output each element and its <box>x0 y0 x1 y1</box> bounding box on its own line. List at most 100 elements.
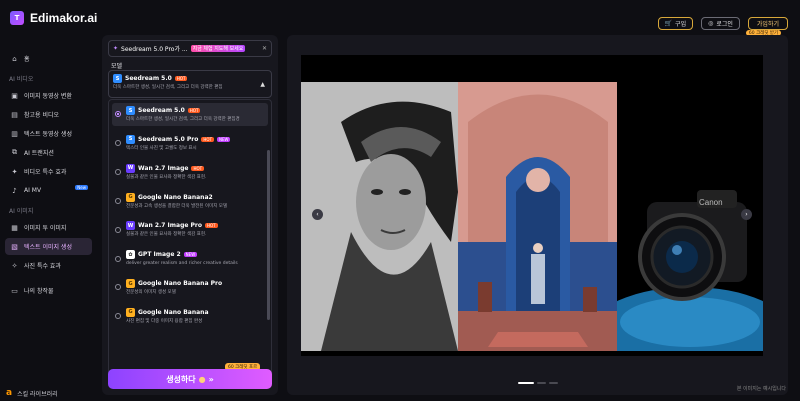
hot-badge: HOT <box>205 223 218 229</box>
radio-button[interactable] <box>115 169 121 176</box>
carousel-dot[interactable] <box>537 382 546 384</box>
sidebar-item-my-works[interactable]: ▭ 나의 창작물 <box>5 282 92 299</box>
radio-button[interactable] <box>115 111 121 118</box>
openai-icon: ✿ <box>126 250 135 260</box>
banana-icon: G <box>126 279 135 289</box>
close-icon[interactable]: ✕ <box>262 45 267 52</box>
generate-button[interactable]: 생성하다 ● » <box>108 369 272 389</box>
radio-button[interactable] <box>115 226 121 233</box>
radio-button[interactable] <box>115 255 121 262</box>
hot-badge: HOT <box>191 165 205 171</box>
new-badge: NEW <box>216 136 231 142</box>
model-option-name: Google Nano Banana <box>138 308 209 316</box>
sidebar-item-label: 이미지 투 이미지 <box>24 225 67 232</box>
scrollbar-thumb[interactable] <box>267 150 270 320</box>
text-image-icon: ▧ <box>11 242 18 251</box>
image-video-icon: ▣ <box>11 91 18 100</box>
sidebar-item-image-to-video[interactable]: ▣ 이미지 동영상 변환 <box>5 87 92 104</box>
model-label: 모델 <box>111 63 123 70</box>
model-option[interactable]: G Google Nano Banana2 전문성과 고속 생성을 결합한 더욱… <box>112 190 268 213</box>
radio-button[interactable] <box>115 284 121 291</box>
prev-arrow-button[interactable]: ‹ <box>312 209 323 220</box>
model-select[interactable]: S Seedream 5.0 HOT 더욱 스마트한 생성, 일시간 검색, 그… <box>108 70 272 98</box>
sidebar-item-reference-video[interactable]: ▤ 참고용 비디오 <box>5 106 92 123</box>
new-badge: NEW <box>183 252 198 258</box>
sample-image-hallway <box>458 82 617 351</box>
sidebar-item-image-to-image[interactable]: ▦ 이미지 투 이미지 <box>5 219 92 236</box>
next-arrow-button[interactable]: › <box>741 209 752 220</box>
hot-badge: HOT <box>174 76 188 81</box>
seedream-icon: S <box>126 134 135 144</box>
home-icon: ⌂ <box>12 54 17 63</box>
sidebar-item-label: 홈 <box>24 56 30 63</box>
user-icon: ◎ <box>708 20 714 27</box>
model-option[interactable]: G Google Nano Banana 사진 편집 및 다중 이미지 융합 편… <box>112 305 268 328</box>
model-option[interactable]: W Wan 2.7 Image Pro HOT 실물과 같은 인물 묘사와 정확… <box>112 218 268 241</box>
purchase-button[interactable]: 🛒 구입 <box>657 17 694 30</box>
banana-icon: G <box>126 307 135 317</box>
model-option-desc: 사진 편집 및 다중 이미지 융합 편집 완성 <box>126 318 203 324</box>
effects-icon: ✦ <box>11 167 18 176</box>
svg-text:Canon: Canon <box>699 198 723 207</box>
seedream-icon: S <box>126 106 135 115</box>
model-option-desc: 전문성의 이미지 생성 모델 <box>126 290 176 296</box>
login-button[interactable]: ◎ 로그인 <box>701 17 740 30</box>
sidebar-item-home[interactable]: ⌂ 홈 <box>5 50 92 67</box>
purchase-label: 구입 <box>675 21 687 28</box>
signup-button[interactable]: 가입하기 <box>747 17 788 30</box>
portrait-illustration <box>301 82 458 351</box>
chevron-up-icon: ▲ <box>260 81 265 88</box>
sparkle-icon: ✧ <box>11 261 18 270</box>
sidebar: ⌂ 홈 AI 비디오 ▣ 이미지 동영상 변환 ▤ 참고용 비디오 ▥ 텍스트 … <box>0 40 97 401</box>
preview-area: Canon ‹ › 본 이미지는 예시입니다 <box>287 35 788 395</box>
model-option-desc: 실물과 같은 인물 묘사와 정확한 색감 표현. <box>126 232 207 238</box>
section-ai-image: AI 이미지 <box>9 208 34 215</box>
section-ai-video: AI 비디오 <box>9 76 34 83</box>
carousel-dot[interactable] <box>549 382 558 384</box>
model-option-name: Wan 2.7 Image <box>138 164 189 172</box>
model-option[interactable]: S Seedream 5.0 Pro HOT NEW 텍스터 인물 사진 및 고… <box>112 132 268 155</box>
folder-icon: ▭ <box>11 286 18 295</box>
double-arrow-icon: » <box>208 374 214 384</box>
top-bar: T Edimakor.ai 🛒 구입 ◎ 로그인 가입하기 60 크레딧 받기 <box>0 0 800 40</box>
seedream-icon: S <box>113 74 122 83</box>
current-model-bar[interactable]: ✦ Seedream 5.0 Pro가 ... 지금 체험 지도해 보세요 ✕ <box>108 40 272 57</box>
sidebar-item-text-to-image[interactable]: ▧ 텍스트 이미지 생성 <box>5 238 92 255</box>
text-video-icon: ▥ <box>11 129 18 138</box>
sidebar-item-ai-mv[interactable]: ♪ AI MV New <box>5 182 92 199</box>
model-option-name: GPT Image 2 <box>138 251 181 259</box>
model-option-desc: deliver greater realism and richer creat… <box>126 261 238 267</box>
sidebar-item-ai-transition[interactable]: ⧉ AI 트랜지션 <box>5 144 92 161</box>
trial-tag: 지금 체험 지도해 보세요 <box>190 45 246 52</box>
amazon-icon: a <box>6 388 13 398</box>
wan-icon: W <box>126 221 135 231</box>
skill-library-label: 스킬 라이브러리 <box>17 390 58 398</box>
carousel-dots <box>518 382 558 384</box>
model-option[interactable]: ✿ GPT Image 2 NEW deliver greater realis… <box>112 247 268 270</box>
model-option-desc: 텍스터 인물 사진 및 고퀄도 정보 표시 <box>126 145 197 151</box>
model-option[interactable]: W Wan 2.7 Image HOT 실물과 같은 인물 묘사와 정확한 색감… <box>112 161 268 184</box>
skill-library-link[interactable]: a 스킬 라이브러리 <box>6 388 58 398</box>
radio-button[interactable] <box>115 140 121 147</box>
logo-icon: T <box>10 11 24 25</box>
login-label: 로그인 <box>716 21 733 28</box>
selected-model-name: Seedream 5.0 <box>125 75 172 82</box>
sidebar-item-photo-effects[interactable]: ✧ 사진 특수 효과 <box>5 257 92 274</box>
generate-label: 생성하다 <box>166 374 196 384</box>
model-option-name: Seedream 5.0 Pro <box>138 135 199 143</box>
hallway-illustration <box>458 82 617 351</box>
model-option[interactable]: S Seedream 5.0 HOT 더욱 스마트한 생성, 일시간 검색, 그… <box>112 103 268 126</box>
model-panel: ✦ Seedream 5.0 Pro가 ... 지금 체험 지도해 보세요 ✕ … <box>102 35 278 395</box>
carousel-dot[interactable] <box>518 382 534 384</box>
sidebar-item-label: AI 트랜지션 <box>24 150 54 157</box>
sidebar-item-text-to-video[interactable]: ▥ 텍스트 동영상 생성 <box>5 125 92 142</box>
radio-button[interactable] <box>115 197 121 204</box>
sidebar-item-label: 참고용 비디오 <box>24 112 60 119</box>
coin-icon: ● <box>198 374 206 384</box>
logo[interactable]: T Edimakor.ai <box>10 11 97 25</box>
model-option[interactable]: G Google Nano Banana Pro 전문성의 이미지 생성 모델 <box>112 276 268 299</box>
radio-button[interactable] <box>115 313 121 320</box>
sidebar-item-video-effects[interactable]: ✦ 비디오 특수 효과 <box>5 163 92 180</box>
sample-watermark: 본 이미지는 예시입니다 <box>736 386 786 392</box>
hot-badge: HOT <box>201 136 214 142</box>
